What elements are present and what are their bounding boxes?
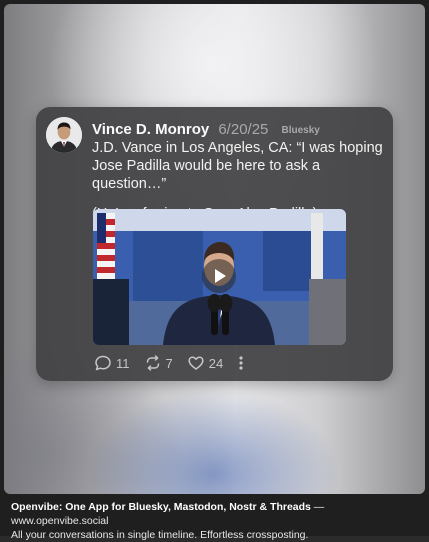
heart-icon	[188, 356, 204, 370]
reply-count: 11	[116, 355, 130, 371]
promo-title-line: Openvibe: One App for Bluesky, Mastodon,…	[11, 500, 423, 528]
post-date[interactable]: 6/20/25	[218, 121, 268, 138]
reply-button[interactable]: 11	[94, 354, 130, 372]
like-button[interactable]: 24	[187, 354, 223, 372]
post-actions: 11 7 24	[94, 353, 263, 373]
screenshot-frame: Vince D. Monroy 6/20/25 Bluesky J.D. Van…	[0, 0, 429, 541]
play-icon	[215, 269, 226, 283]
post-header: Vince D. Monroy 6/20/25 Bluesky	[92, 119, 383, 138]
promo-tagline: All your conversations in single timelin…	[11, 529, 309, 541]
promo-url[interactable]: www.openvibe.social	[11, 515, 108, 527]
video-thumbnail[interactable]	[93, 209, 346, 345]
avatar[interactable]	[46, 117, 82, 153]
repost-button[interactable]: 7	[144, 354, 173, 372]
play-button[interactable]	[202, 259, 236, 293]
like-count: 24	[208, 355, 224, 371]
post-card[interactable]: Vince D. Monroy 6/20/25 Bluesky J.D. Van…	[36, 107, 393, 381]
promo-separator: —	[310, 501, 325, 513]
author-name[interactable]: Vince D. Monroy	[92, 121, 209, 138]
repost-count: 7	[165, 355, 173, 371]
promo-title: Openvibe: One App for Bluesky, Mastodon,…	[11, 501, 311, 513]
repost-arrows-icon	[146, 355, 159, 371]
more-options-button[interactable]	[237, 354, 249, 372]
post-text-quote: J.D. Vance in Los Angeles, CA: “I was ho…	[92, 140, 383, 192]
network-label: Bluesky	[281, 125, 320, 136]
vertical-ellipsis-icon	[239, 356, 243, 370]
speech-bubble-icon	[95, 355, 111, 371]
american-flag	[97, 213, 115, 283]
